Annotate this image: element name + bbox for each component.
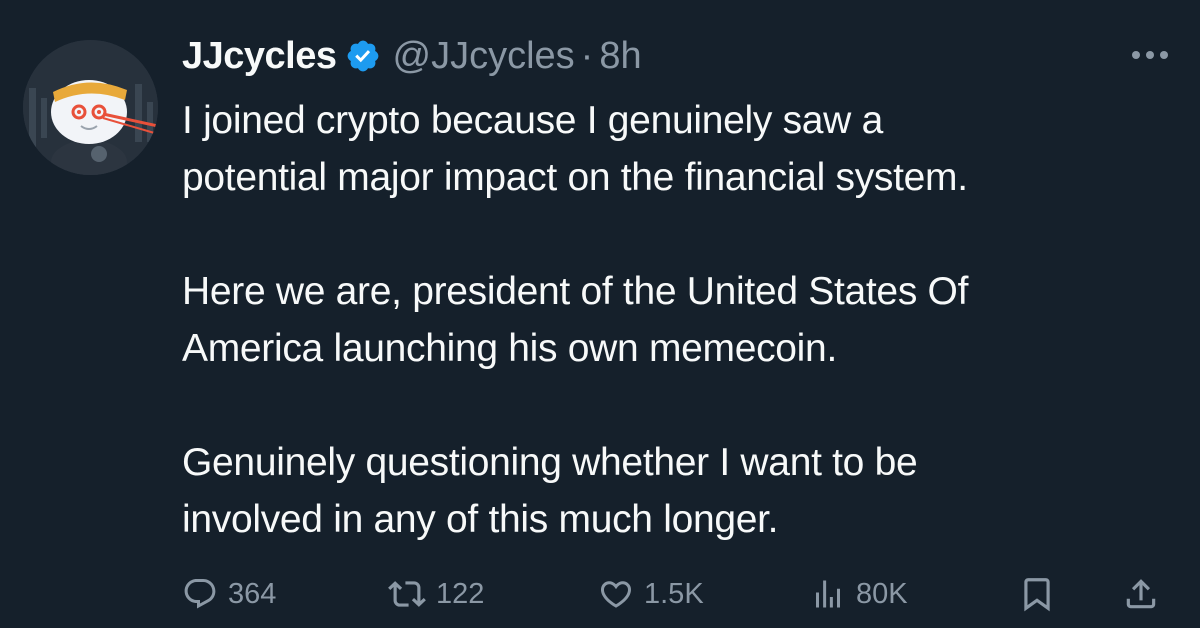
tweet-line: potential major impact on the financial … [182,156,968,199]
tweet-line: Here we are, president of the United Sta… [182,270,969,313]
reply-button[interactable]: 364 [182,572,276,616]
tweet-line: America launching his own memecoin. [182,327,837,370]
tweet[interactable]: JJcycles @JJcycles · 8h I joined crypto … [0,0,1200,628]
verified-badge-icon [345,38,381,74]
reply-icon [182,576,218,612]
heart-icon [598,576,634,612]
display-name[interactable]: JJcycles [182,35,337,78]
timestamp[interactable]: 8h [599,35,641,78]
separator-dot: · [580,34,594,77]
share-button[interactable] [1122,572,1160,616]
avatar-illustration [23,40,158,175]
retweet-icon [388,575,426,613]
like-button[interactable]: 1.5K [598,572,704,616]
retweet-count: 122 [436,577,485,610]
tweet-line: I joined crypto because I genuinely saw … [182,99,883,142]
views-icon [810,576,846,612]
more-icon[interactable] [1126,40,1174,70]
handle[interactable]: @JJcycles [393,35,575,78]
like-count: 1.5K [644,577,704,610]
tweet-header: JJcycles @JJcycles · 8h [182,28,642,84]
share-icon [1122,575,1160,613]
action-bar: 364 122 1.5K 80K [182,572,1172,616]
views-button[interactable]: 80K [810,572,908,616]
views-count: 80K [856,577,908,610]
avatar[interactable] [23,40,158,175]
bookmark-button[interactable] [1018,572,1056,616]
reply-count: 364 [228,577,277,610]
retweet-button[interactable]: 122 [388,572,484,616]
tweet-text: I joined crypto because I genuinely saw … [182,92,1172,548]
tweet-line: Genuinely questioning whether I want to … [182,441,918,484]
bookmark-icon [1018,575,1056,613]
tweet-line: involved in any of this much longer. [182,498,779,541]
